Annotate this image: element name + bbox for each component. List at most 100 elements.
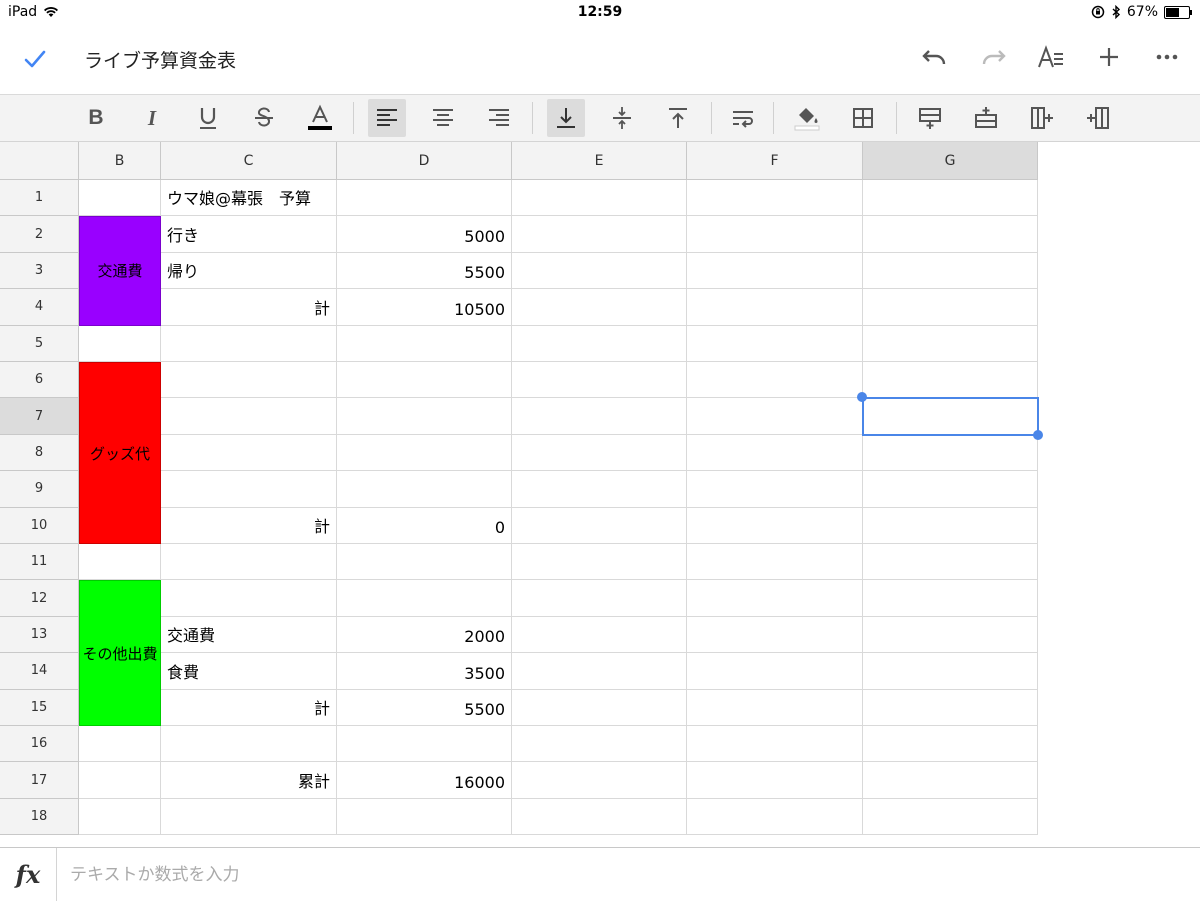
- cell-e3[interactable]: [512, 252, 687, 290]
- wrap-text-icon[interactable]: [724, 99, 762, 137]
- cell-c1[interactable]: ウマ娘@幕張 予算: [161, 180, 337, 217]
- cell-g5[interactable]: [863, 325, 1038, 362]
- row-header-13[interactable]: 13: [0, 616, 79, 654]
- cell-b17[interactable]: [79, 762, 161, 799]
- cell-d9[interactable]: [337, 471, 512, 508]
- cell-e16[interactable]: [512, 726, 687, 763]
- cell-c11[interactable]: [161, 544, 337, 581]
- row-header-9[interactable]: 9: [0, 471, 79, 508]
- cell-d8[interactable]: [337, 434, 512, 472]
- column-header-b[interactable]: B: [79, 142, 161, 180]
- cell-e2[interactable]: [512, 216, 687, 253]
- redo-icon[interactable]: [978, 42, 1008, 72]
- cell-b5[interactable]: [79, 325, 161, 362]
- italic-icon[interactable]: I: [133, 99, 171, 137]
- cell-d16[interactable]: [337, 726, 512, 763]
- row-header-15[interactable]: 15: [0, 689, 79, 726]
- cell-d4[interactable]: 10500: [337, 289, 512, 326]
- cell-g11[interactable]: [863, 544, 1038, 581]
- cell-f13[interactable]: [687, 616, 863, 654]
- cell-e9[interactable]: [512, 471, 687, 508]
- column-header-d[interactable]: D: [337, 142, 512, 180]
- row-header-12[interactable]: 12: [0, 580, 79, 617]
- cell-c15[interactable]: 計: [161, 689, 337, 726]
- cell-d15[interactable]: 5500: [337, 689, 512, 726]
- cell-b1[interactable]: [79, 180, 161, 217]
- cell-c18[interactable]: [161, 798, 337, 836]
- cell-e10[interactable]: [512, 507, 687, 544]
- cell-f4[interactable]: [687, 289, 863, 326]
- cell-f5[interactable]: [687, 325, 863, 362]
- merged-cell-b12[interactable]: その他出費: [79, 580, 161, 726]
- merged-cell-b6[interactable]: グッズ代: [79, 362, 161, 544]
- strikethrough-icon[interactable]: [245, 99, 283, 137]
- insert-column-right-icon[interactable]: [1079, 99, 1117, 137]
- cell-g15[interactable]: [863, 689, 1038, 726]
- cell-d14[interactable]: 3500: [337, 653, 512, 690]
- column-header-c[interactable]: C: [161, 142, 337, 180]
- row-header-5[interactable]: 5: [0, 325, 79, 362]
- cell-g13[interactable]: [863, 616, 1038, 654]
- align-center-icon[interactable]: [424, 99, 462, 137]
- cell-e17[interactable]: [512, 762, 687, 799]
- cell-g2[interactable]: [863, 216, 1038, 253]
- cell-f15[interactable]: [687, 689, 863, 726]
- cell-e18[interactable]: [512, 798, 687, 836]
- cell-e4[interactable]: [512, 289, 687, 326]
- cell-b16[interactable]: [79, 726, 161, 763]
- row-header-4[interactable]: 4: [0, 289, 79, 326]
- cell-c14[interactable]: 食費: [161, 653, 337, 690]
- cell-d10[interactable]: 0: [337, 507, 512, 544]
- cell-g18[interactable]: [863, 798, 1038, 836]
- cell-g4[interactable]: [863, 289, 1038, 326]
- cell-d11[interactable]: [337, 544, 512, 581]
- cell-f3[interactable]: [687, 252, 863, 290]
- borders-icon[interactable]: [844, 99, 882, 137]
- row-header-14[interactable]: 14: [0, 653, 79, 690]
- cell-f9[interactable]: [687, 471, 863, 508]
- row-header-17[interactable]: 17: [0, 762, 79, 799]
- row-header-18[interactable]: 18: [0, 798, 79, 836]
- cell-selection-box[interactable]: [862, 397, 1039, 436]
- cell-d7[interactable]: [337, 398, 512, 435]
- cell-f11[interactable]: [687, 544, 863, 581]
- function-icon[interactable]: fx: [0, 848, 57, 901]
- cell-c5[interactable]: [161, 325, 337, 362]
- cell-c17[interactable]: 累計: [161, 762, 337, 799]
- align-right-icon[interactable]: [480, 99, 518, 137]
- align-left-icon[interactable]: [368, 99, 406, 137]
- cell-e6[interactable]: [512, 362, 687, 399]
- cell-d6[interactable]: [337, 362, 512, 399]
- undo-icon[interactable]: [920, 42, 950, 72]
- row-header-16[interactable]: 16: [0, 726, 79, 763]
- insert-row-above-icon[interactable]: [911, 99, 949, 137]
- formula-input[interactable]: [56, 848, 1200, 902]
- valign-bottom-icon[interactable]: [547, 99, 585, 137]
- text-format-icon[interactable]: [1036, 42, 1066, 72]
- cell-f18[interactable]: [687, 798, 863, 836]
- cell-f6[interactable]: [687, 362, 863, 399]
- cell-e5[interactable]: [512, 325, 687, 362]
- cell-c2[interactable]: 行き: [161, 216, 337, 253]
- cell-c3[interactable]: 帰り: [161, 252, 337, 290]
- document-title[interactable]: ライブ予算資金表: [84, 46, 236, 73]
- add-icon[interactable]: [1094, 42, 1124, 72]
- underline-icon[interactable]: [189, 99, 227, 137]
- cell-c13[interactable]: 交通費: [161, 616, 337, 654]
- cell-b18[interactable]: [79, 798, 161, 836]
- cell-d12[interactable]: [337, 580, 512, 617]
- cell-c12[interactable]: [161, 580, 337, 617]
- row-header-1[interactable]: 1: [0, 180, 79, 217]
- bold-icon[interactable]: B: [77, 99, 115, 137]
- cell-g14[interactable]: [863, 653, 1038, 690]
- cell-e12[interactable]: [512, 580, 687, 617]
- cell-e1[interactable]: [512, 180, 687, 217]
- cell-g8[interactable]: [863, 434, 1038, 472]
- cell-f16[interactable]: [687, 726, 863, 763]
- cell-d13[interactable]: 2000: [337, 616, 512, 654]
- cell-d3[interactable]: 5500: [337, 252, 512, 290]
- cell-f12[interactable]: [687, 580, 863, 617]
- cell-b11[interactable]: [79, 544, 161, 581]
- cell-g16[interactable]: [863, 726, 1038, 763]
- cell-c9[interactable]: [161, 471, 337, 508]
